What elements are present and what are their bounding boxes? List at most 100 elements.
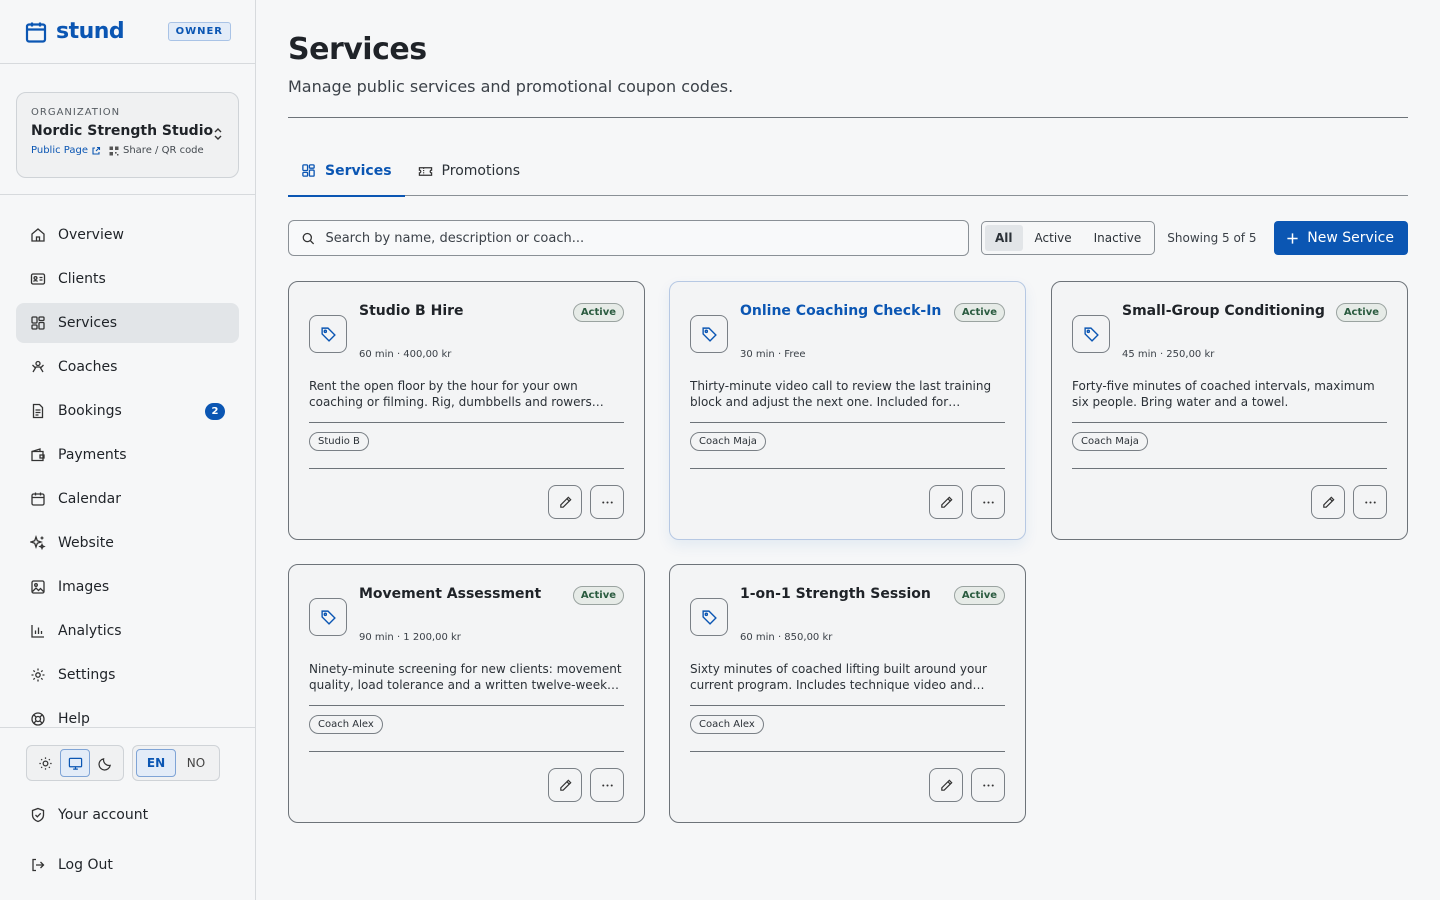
sidebar-item-services[interactable]: Services: [16, 303, 239, 343]
service-tag-chip: Coach Maja: [1072, 432, 1148, 451]
divider: [309, 705, 624, 706]
more-options-button[interactable]: [971, 485, 1005, 519]
logout-link[interactable]: Log Out: [26, 857, 229, 873]
sidebar-item-label: Payments: [58, 447, 127, 463]
pencil-icon: [559, 778, 572, 791]
edit-button[interactable]: [929, 485, 963, 519]
filter-active-button[interactable]: Active: [1025, 225, 1082, 251]
new-service-button[interactable]: New Service: [1274, 221, 1408, 255]
divider: [690, 422, 1005, 423]
service-tag-chip: Coach Maja: [690, 432, 766, 451]
brand-logo[interactable]: stund: [24, 19, 125, 44]
theme-toggle: [26, 745, 124, 781]
sidebar-item-overview[interactable]: Overview: [16, 215, 239, 255]
more-options-button[interactable]: [590, 485, 624, 519]
edit-button[interactable]: [929, 768, 963, 802]
tag-icon: [320, 609, 336, 625]
tag-icon: [701, 326, 717, 342]
ticket-icon: [418, 166, 432, 176]
service-meta: 45 min · 250,00 kr: [1122, 349, 1215, 360]
sidebar-item-clients[interactable]: Clients: [16, 259, 239, 299]
sidebar-item-coaches[interactable]: Coaches: [16, 347, 239, 387]
header-divider: [288, 117, 1408, 118]
document-icon: [32, 403, 44, 419]
filter-inactive-button[interactable]: Inactive: [1084, 225, 1152, 251]
tag-icon-box: [690, 598, 728, 636]
more-horizontal-icon: [982, 500, 994, 504]
theme-dark-button[interactable]: [90, 749, 120, 777]
more-options-button[interactable]: [1353, 485, 1387, 519]
divider: [309, 422, 624, 423]
divider: [690, 468, 1005, 469]
grid-icon: [31, 316, 45, 330]
language-no-button[interactable]: NO: [176, 749, 216, 777]
service-title[interactable]: Small-Group Conditioning: [1122, 303, 1325, 319]
edit-button[interactable]: [1311, 485, 1345, 519]
service-tag-chip: Coach Alex: [309, 715, 383, 734]
service-title[interactable]: Movement Assessment: [359, 586, 559, 602]
tag-icon-box: [309, 598, 347, 636]
tab-promotions[interactable]: Promotions: [405, 146, 534, 196]
sidebar-item-analytics[interactable]: Analytics: [16, 611, 239, 651]
tag-icon-box: [309, 315, 347, 353]
gear-icon: [31, 668, 45, 682]
sidebar-item-images[interactable]: Images: [16, 567, 239, 607]
org-switcher[interactable]: ORGANIZATION Nordic Strength Studio Publ…: [16, 92, 239, 178]
service-description: Ninety-minute screening for new clients:…: [309, 662, 622, 692]
filter-all-button[interactable]: All: [985, 225, 1023, 251]
service-title[interactable]: Studio B Hire: [359, 303, 559, 319]
service-card[interactable]: Online Coaching Check-In Active 30 min ·…: [669, 281, 1026, 540]
org-name: Nordic Strength Studio: [31, 123, 214, 139]
more-options-button[interactable]: [590, 768, 624, 802]
logout-icon: [32, 858, 45, 872]
sidebar-item-calendar[interactable]: Calendar: [16, 479, 239, 519]
service-meta: 60 min · 400,00 kr: [359, 349, 452, 360]
sidebar-item-label: Clients: [58, 271, 106, 287]
more-options-button[interactable]: [971, 768, 1005, 802]
theme-system-button[interactable]: [60, 749, 90, 777]
wallet-icon: [31, 448, 45, 462]
service-card[interactable]: Small-Group Conditioning Active 45 min ·…: [1051, 281, 1408, 540]
more-horizontal-icon: [1364, 500, 1376, 504]
service-card[interactable]: 1-on-1 Strength Session Active 60 min · …: [669, 564, 1026, 823]
service-title[interactable]: Online Coaching Check-In: [740, 303, 941, 319]
sidebar-item-label: Services: [58, 315, 118, 331]
theme-light-button[interactable]: [30, 749, 60, 777]
service-card[interactable]: Movement Assessment Active 90 min · 1 20…: [288, 564, 645, 823]
status-badge: Active: [572, 303, 624, 322]
pencil-icon: [559, 495, 572, 508]
lifebuoy-icon: [31, 712, 45, 726]
service-meta: 90 min · 1 200,00 kr: [359, 632, 461, 643]
service-description: Sixty minutes of coached lifting built a…: [690, 662, 987, 692]
service-tag-chip: Coach Alex: [690, 715, 764, 734]
search-box: [288, 220, 969, 256]
services-grid: Studio B Hire Active 60 min · 400,00 kr …: [288, 281, 1408, 841]
page-subtitle: Manage public services and promotional c…: [288, 77, 734, 96]
language-en-button[interactable]: EN: [136, 749, 176, 777]
service-description: Thirty-minute video call to review the l…: [690, 379, 992, 409]
public-page-link[interactable]: Public Page: [31, 145, 101, 156]
sidebar-item-label: Images: [58, 579, 110, 595]
edit-button[interactable]: [548, 485, 582, 519]
service-title[interactable]: 1-on-1 Strength Session: [740, 586, 940, 602]
sidebar-item-settings[interactable]: Settings: [16, 655, 239, 695]
edit-button[interactable]: [548, 768, 582, 802]
coach-icon: [32, 360, 44, 373]
sidebar-item-website[interactable]: Website: [16, 523, 239, 563]
tag-icon-box: [1072, 315, 1110, 353]
your-account-link[interactable]: Your account: [26, 807, 229, 823]
more-horizontal-icon: [982, 783, 994, 787]
status-badge: Active: [1335, 303, 1387, 322]
tab-services[interactable]: Services: [288, 146, 405, 197]
sidebar-item-payments[interactable]: Payments: [16, 435, 239, 475]
sidebar-item-label: Settings: [58, 667, 116, 683]
org-label: ORGANIZATION: [31, 107, 121, 118]
home-icon: [31, 228, 45, 242]
service-card[interactable]: Studio B Hire Active 60 min · 400,00 kr …: [288, 281, 645, 540]
sidebar-item-bookings[interactable]: Bookings 2: [16, 391, 239, 431]
tab-bar: Services Promotions: [288, 146, 1408, 197]
sidebar-footer: EN NO Your account Log Out: [0, 727, 255, 873]
share-qr-link[interactable]: Share / QR code: [109, 145, 204, 156]
brand-row: stund OWNER: [0, 0, 255, 64]
search-input[interactable]: [325, 230, 956, 246]
